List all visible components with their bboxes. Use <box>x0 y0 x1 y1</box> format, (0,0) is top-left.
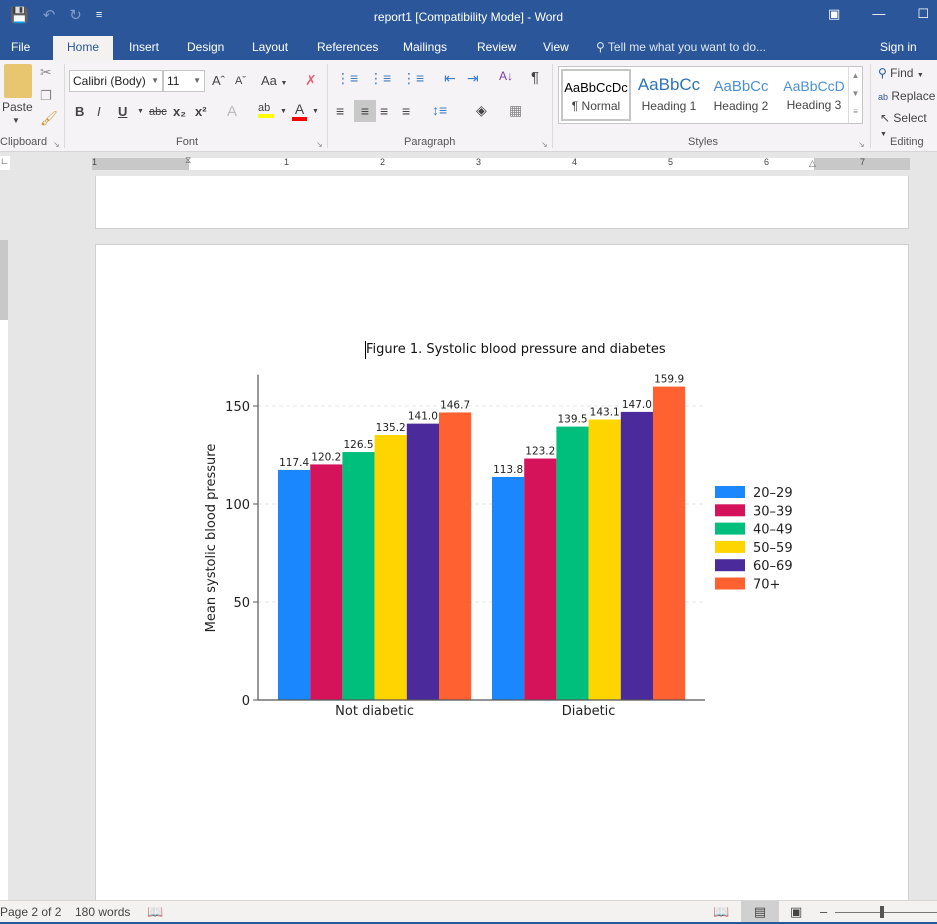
proofing-icon[interactable]: 📖 <box>147 904 163 920</box>
bar-data-label: 141.0 <box>408 411 438 423</box>
bar-chart: 117.4 120.2126.5135.2141.0146.7 113.8123.2… <box>204 374 793 719</box>
bar <box>620 411 653 700</box>
bar <box>342 452 375 700</box>
legend-swatch <box>715 522 745 535</box>
legend-label: 70+ <box>753 578 780 593</box>
page-count[interactable]: Page 2 of 2 <box>0 905 61 919</box>
status-bar: Page 2 of 2 180 words 📖 📖 ▤ ▣ – <box>0 900 937 924</box>
bar <box>588 419 621 700</box>
bar <box>524 458 557 700</box>
legend-swatch <box>715 486 745 498</box>
bar <box>492 476 525 700</box>
bar <box>374 435 407 700</box>
y-tick-label: 0 <box>242 694 250 709</box>
zoom-slider[interactable] <box>835 912 937 913</box>
bar <box>310 464 343 700</box>
y-axis-label: Mean systolic blood pressure <box>204 444 219 633</box>
legend-swatch <box>715 540 745 553</box>
bar-data-label: 139.5 <box>557 414 587 426</box>
bar-data-label: 143.1 <box>590 407 620 419</box>
web-layout-icon[interactable]: ▣ <box>790 904 802 920</box>
legend-label: 40–49 <box>753 523 793 538</box>
y-tick-label: 100 <box>225 498 250 513</box>
legend-swatch <box>715 559 745 572</box>
y-tick-label: 50 <box>233 596 250 611</box>
legend-label: 20–29 <box>753 486 793 501</box>
bar-data-label: 135.2 <box>376 422 406 434</box>
bar-data-label: 113.8 <box>493 464 523 476</box>
bar <box>406 423 439 700</box>
word-count[interactable]: 180 words <box>75 905 130 919</box>
bar-data-label: 126.5 <box>343 439 373 451</box>
bar-data-label: 147.0 <box>622 399 652 411</box>
bar-data-label: 123.2 <box>525 446 555 458</box>
legend-swatch <box>715 504 745 517</box>
bar <box>439 412 472 700</box>
print-layout-icon[interactable]: ▤ <box>741 901 779 923</box>
bar-data-label: 120.2 <box>311 451 341 463</box>
legend-label: 30–39 <box>753 504 793 519</box>
y-tick-label: 150 <box>225 400 250 415</box>
legend-swatch <box>715 577 745 590</box>
bar-data-label: 159.9 <box>654 374 684 386</box>
bar <box>278 469 311 700</box>
legend-label: 60–69 <box>753 559 793 574</box>
read-mode-icon[interactable]: 📖 <box>713 904 729 920</box>
bar-data-label: 146.7 <box>440 399 470 411</box>
zoom-out-button[interactable]: – <box>820 904 827 919</box>
x-tick-label: Diabetic <box>562 704 616 719</box>
zoom-slider-thumb[interactable] <box>880 906 884 918</box>
bar <box>556 426 589 700</box>
bar <box>653 386 686 700</box>
x-tick-label: Not diabetic <box>335 704 414 719</box>
bar-data-label: 117.4 <box>279 457 309 469</box>
legend-label: 50–59 <box>753 541 793 556</box>
